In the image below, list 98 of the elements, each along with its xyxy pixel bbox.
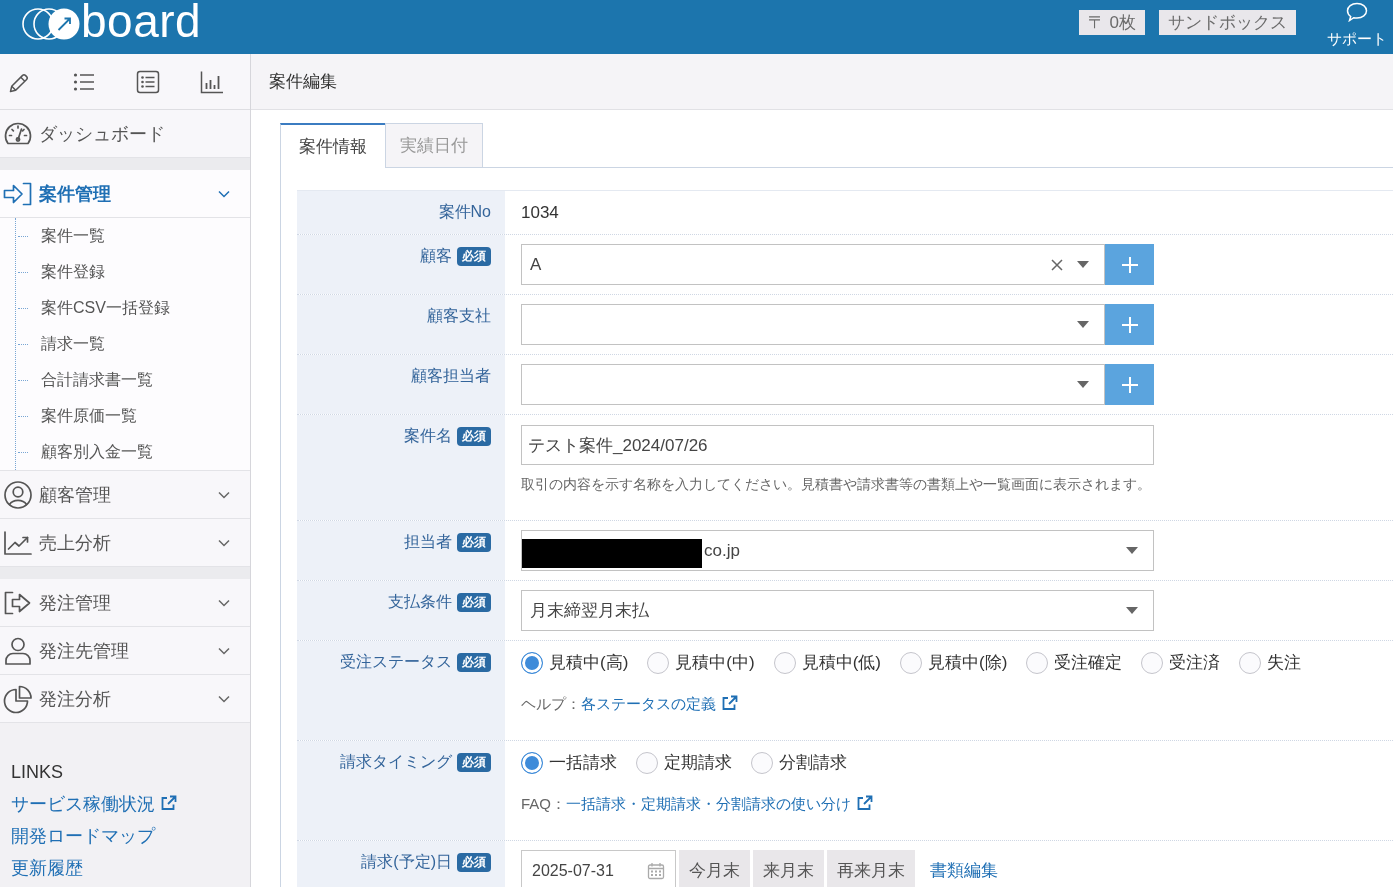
radio-option[interactable]: 受注済 — [1141, 650, 1221, 676]
person-icon — [3, 635, 33, 666]
plus-icon — [1120, 375, 1139, 394]
required-badge: 必須 — [457, 592, 491, 612]
sidebar-subitem[interactable]: 案件一覧 — [16, 218, 250, 254]
document-edit-link[interactable]: 書類編集 — [930, 859, 998, 882]
radio-option[interactable]: 見積中(中) — [647, 650, 755, 676]
plus-icon — [1120, 255, 1139, 274]
help-text: 取引の内容を示す名称を入力してください。見積書や請求書等の書類上や一覧画面に表示されます。 — [521, 475, 1152, 494]
sidebar-link[interactable]: 更新履歴 — [11, 852, 83, 884]
select-field[interactable]: 月末締翌月末払 — [521, 590, 1154, 631]
required-badge: 必須 — [457, 426, 491, 446]
radio-option[interactable]: 見積中(低) — [773, 650, 881, 676]
sidebar-subitem[interactable]: 案件原価一覧 — [16, 398, 250, 434]
text-field[interactable]: テスト案件_2024/07/26 — [521, 425, 1154, 465]
required-badge: 必須 — [457, 852, 491, 872]
chevron-down-icon — [218, 694, 230, 703]
logo-icon — [22, 7, 80, 41]
help-link[interactable]: 各ステータスの定義 — [581, 695, 738, 712]
support-link[interactable]: サポート — [1327, 2, 1387, 47]
help-text: ヘルプ：各ステータスの定義 — [521, 694, 1381, 714]
chevron-down-icon — [218, 598, 230, 607]
select-field[interactable]: co.jp — [521, 530, 1154, 571]
select-field[interactable] — [521, 304, 1105, 345]
radio-option[interactable]: 定期請求 — [636, 750, 732, 776]
radio-button[interactable] — [751, 752, 773, 774]
sidebar-subitem[interactable]: 顧客別入金一覧 — [16, 434, 250, 470]
caret-down-icon — [1077, 381, 1089, 388]
radio-button[interactable] — [1141, 652, 1164, 674]
date-field[interactable]: 2025-07-31 — [521, 850, 676, 887]
quick-date-button[interactable]: 今月末 — [679, 850, 750, 887]
calendar-icon — [647, 861, 665, 880]
select-field[interactable]: A — [521, 244, 1105, 285]
radio-option[interactable]: 見積中(除) — [900, 650, 1008, 676]
caret-down-icon — [1126, 607, 1138, 614]
radio-option[interactable]: 一括請求 — [521, 750, 617, 776]
chat-bubble-icon — [1346, 2, 1368, 22]
radio-button[interactable] — [647, 652, 670, 674]
required-badge: 必須 — [457, 532, 491, 552]
radio-button[interactable] — [636, 752, 658, 774]
user-circle-icon — [3, 479, 33, 510]
help-text: FAQ：一括請求・定期請求・分割請求の使い分け — [521, 794, 1381, 814]
radio-button[interactable] — [521, 652, 543, 674]
chevron-down-icon — [218, 490, 230, 499]
boxed-list-icon[interactable] — [136, 69, 160, 94]
header-button[interactable]: サンドボックス — [1159, 10, 1296, 35]
chevron-down-icon — [218, 646, 230, 655]
field-label: 支払条件 — [388, 593, 452, 610]
sidebar-subitem[interactable]: 案件登録 — [16, 254, 250, 290]
pie-chart-icon — [3, 683, 33, 714]
field-label: 顧客 — [420, 247, 452, 264]
radio-button[interactable] — [773, 652, 796, 674]
caret-down-icon — [1126, 547, 1138, 554]
header-button[interactable]: 〒 0枚 — [1078, 10, 1145, 35]
sidebar-subitem[interactable]: 案件CSV一括登録 — [16, 290, 250, 326]
field-label: 受注ステータス — [340, 653, 452, 670]
field-label: 案件No — [438, 203, 491, 220]
chevron-down-icon — [218, 538, 230, 547]
quick-date-button[interactable]: 再来月末 — [827, 850, 915, 887]
field-value: 1034 — [521, 202, 559, 224]
tab[interactable]: 案件情報 — [280, 123, 385, 168]
add-button[interactable] — [1105, 244, 1154, 285]
sidebar-link[interactable]: 開発ロードマップ — [11, 820, 155, 852]
radio-option[interactable]: 分割請求 — [751, 750, 847, 776]
radio-button[interactable] — [521, 752, 543, 774]
radio-option[interactable]: 受注確定 — [1026, 650, 1123, 676]
add-button[interactable] — [1105, 304, 1154, 345]
radio-option[interactable]: 見積中(高) — [521, 650, 629, 676]
help-link[interactable]: 一括請求・定期請求・分割請求の使い分け — [566, 795, 873, 812]
field-label: 顧客担当者 — [411, 367, 491, 384]
radio-button[interactable] — [900, 652, 922, 674]
select-field[interactable] — [521, 364, 1105, 405]
close-icon[interactable] — [1051, 258, 1063, 271]
bar-chart-icon[interactable] — [200, 69, 224, 94]
sidebar-subitem[interactable]: 合計請求書一覧 — [16, 362, 250, 398]
field-label: 請求タイミング — [340, 753, 452, 770]
add-button[interactable] — [1105, 364, 1154, 405]
sidebar-link[interactable]: サービス稼働状況 — [11, 788, 177, 820]
required-badge: 必須 — [457, 246, 491, 266]
required-badge: 必須 — [457, 652, 491, 672]
field-label: 担当者 — [404, 533, 452, 550]
sidebar-subitem[interactable]: 請求一覧 — [16, 326, 250, 362]
sidebar-item[interactable]: 案件管理 — [0, 170, 250, 218]
plus-icon — [1120, 315, 1139, 334]
required-badge: 必須 — [457, 752, 491, 772]
caret-down-icon — [1077, 321, 1089, 328]
radio-option[interactable]: 失注 — [1239, 650, 1302, 676]
logo-text: board — [81, 1, 202, 41]
chevron-down-icon — [218, 189, 230, 198]
caret-down-icon — [1077, 261, 1089, 268]
radio-button[interactable] — [1239, 652, 1262, 674]
radio-button[interactable] — [1026, 652, 1049, 674]
links-heading: LINKS — [11, 761, 64, 783]
page-title: 案件編集 — [269, 71, 337, 93]
field-label: 案件名 — [404, 427, 452, 444]
field-label: 顧客支社 — [427, 307, 491, 324]
field-label: 請求(予定)日 — [361, 853, 452, 870]
quick-date-button[interactable]: 来月末 — [753, 850, 824, 887]
